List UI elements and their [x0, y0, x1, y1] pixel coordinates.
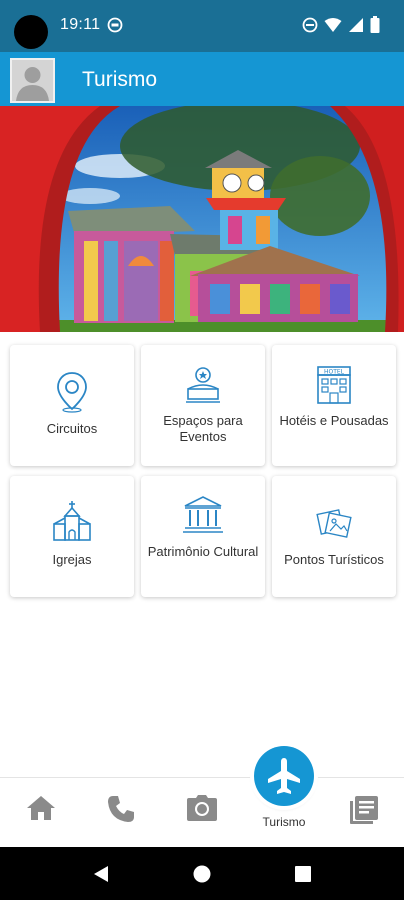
event-space-icon: [186, 367, 220, 403]
camera-icon[interactable]: [186, 794, 218, 822]
church-icon: [53, 501, 91, 541]
battery-icon: [370, 16, 380, 33]
category-card-patrimonio-cultural[interactable]: Patrimônio Cultural: [141, 476, 265, 597]
home-circle-icon[interactable]: [193, 865, 211, 883]
category-label: Patrimônio Cultural: [147, 544, 259, 559]
back-icon[interactable]: [92, 865, 110, 883]
photos-icon: [316, 509, 352, 538]
category-card-pontos-turisticos[interactable]: Pontos Turísticos: [272, 476, 396, 597]
status-time: 19:11: [60, 16, 101, 33]
status-icons: [302, 16, 380, 33]
category-label: Circuitos: [46, 421, 98, 436]
status-bar: 19:11: [0, 0, 404, 52]
recents-icon[interactable]: [294, 865, 312, 883]
user-avatar-icon[interactable]: [10, 58, 55, 103]
whatsapp-like-icon: [107, 17, 123, 33]
system-navigation-bar: [0, 847, 404, 900]
category-card-circuitos[interactable]: Circuitos: [10, 345, 134, 466]
category-label: Pontos Turísticos: [284, 552, 384, 567]
news-icon[interactable]: [348, 794, 380, 826]
category-label: Hotéis e Pousadas: [279, 413, 389, 428]
hero-image: [0, 106, 404, 332]
category-label: Espaços para Eventos: [163, 413, 243, 444]
page-title: Turismo: [82, 68, 158, 91]
home-icon[interactable]: [26, 794, 56, 822]
heritage-building-icon: [183, 496, 223, 533]
turismo-nav-label: Turismo: [262, 815, 306, 829]
category-card-hoteis-pousadas[interactable]: HOTEL Hotéis e Pousadas: [272, 345, 396, 466]
signal-icon: [349, 17, 363, 32]
bottom-navigation: [0, 777, 404, 847]
category-card-espacos-eventos[interactable]: Espaços para Eventos: [141, 345, 265, 466]
category-label: Igrejas: [52, 552, 92, 567]
phone-icon[interactable]: [106, 794, 136, 824]
turismo-nav-button[interactable]: [254, 746, 314, 806]
category-card-igrejas[interactable]: Igrejas: [10, 476, 134, 597]
app-bar: Turismo: [0, 52, 404, 106]
hotel-icon: HOTEL: [317, 366, 351, 404]
camera-cutout: [14, 15, 48, 49]
airplane-icon: [268, 758, 300, 794]
wifi-icon: [324, 17, 342, 32]
map-pin-icon: [57, 372, 87, 413]
do-not-disturb-icon: [302, 17, 318, 32]
